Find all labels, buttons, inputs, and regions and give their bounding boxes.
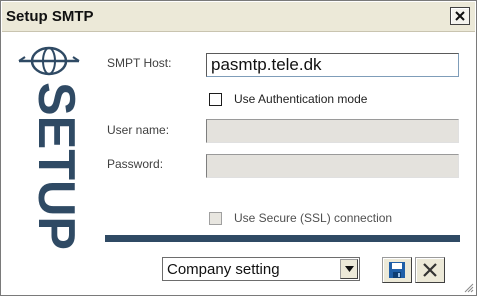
globe-icon (18, 46, 80, 76)
setup-logo-text: SETUP (27, 82, 85, 250)
close-icon (455, 11, 465, 21)
auth-checkbox-label: Use Authentication mode (234, 92, 368, 106)
cancel-icon (423, 263, 437, 277)
save-icon (389, 262, 405, 278)
preset-select[interactable]: Company setting (162, 257, 360, 281)
auth-checkbox[interactable] (209, 92, 222, 106)
host-input[interactable] (206, 53, 459, 77)
username-label: User name: (107, 123, 170, 137)
title-bar[interactable]: Setup SMTP (2, 2, 475, 32)
host-label: SMPT Host: (107, 56, 172, 70)
window-title: Setup SMTP (6, 8, 94, 25)
username-field[interactable] (206, 119, 459, 143)
password-field[interactable] (206, 154, 459, 178)
ssl-checkbox[interactable] (209, 211, 222, 225)
save-button[interactable] (382, 257, 412, 283)
setup-logo: SETUP (11, 41, 91, 251)
ssl-checkbox-row[interactable]: Use Secure (SSL) connection (209, 211, 392, 225)
resize-grip-icon[interactable] (462, 281, 474, 293)
password-label: Password: (107, 157, 164, 171)
cancel-button[interactable] (415, 257, 445, 283)
divider-bar (105, 235, 460, 242)
auth-checkbox-row[interactable]: Use Authentication mode (209, 92, 367, 106)
svg-text:SETUP: SETUP (27, 82, 85, 250)
close-button[interactable] (450, 7, 470, 25)
chevron-down-icon (344, 266, 354, 272)
ssl-checkbox-label: Use Secure (SSL) connection (234, 211, 393, 225)
preset-dropdown-button[interactable] (340, 259, 358, 279)
preset-select-value: Company setting (167, 261, 280, 278)
setup-smtp-dialog: Setup SMTP SETUP SMPT Host: Use Authenti… (0, 0, 477, 296)
